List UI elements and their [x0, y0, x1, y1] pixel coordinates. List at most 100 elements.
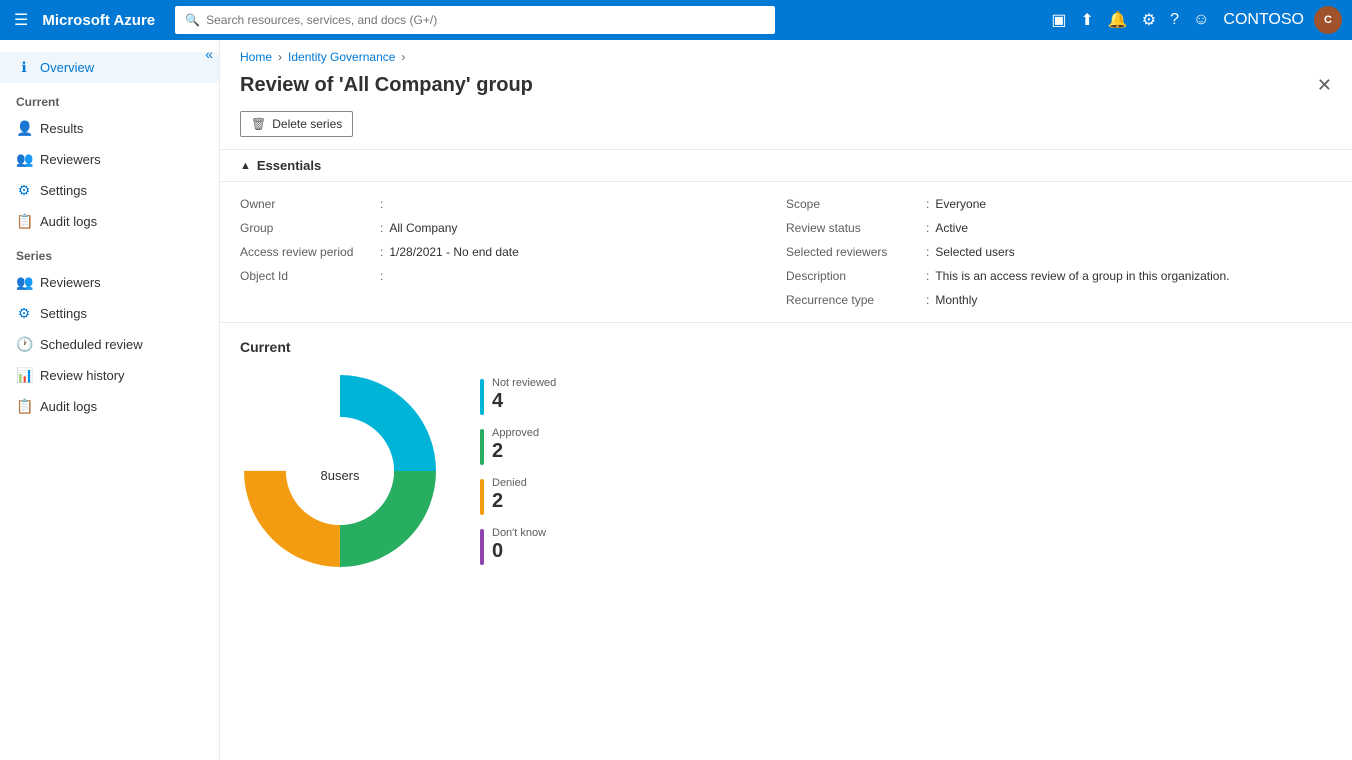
delete-series-button[interactable]: 🗑 Delete series [240, 111, 353, 137]
avatar[interactable]: C [1314, 6, 1342, 34]
essentials-row-status: Review status : Active [786, 218, 1332, 238]
essentials-key-scope: Scope [786, 197, 926, 211]
sidebar-item-label: Overview [40, 60, 203, 75]
main-layout: « ℹ Overview Current 👤 Results 👥 Reviewe… [0, 40, 1352, 760]
search-icon: 🔍 [185, 13, 200, 27]
username: CONTOSO [1219, 7, 1308, 33]
essentials-row-period: Access review period : 1/28/2021 - No en… [240, 242, 786, 262]
content-area: Home › Identity Governance › Review of '… [220, 40, 1352, 760]
sidebar-item-scheduled-review[interactable]: 🕐 Scheduled review [0, 329, 219, 360]
notifications-icon[interactable]: ▣ [1047, 6, 1070, 34]
legend-text-denied: Denied 2 [492, 477, 527, 513]
legend-value-denied: 2 [492, 489, 527, 513]
hamburger-icon[interactable]: ☰ [10, 6, 32, 34]
page-title-row: Review of 'All Company' group ✕ [220, 68, 1352, 111]
settings-s-icon: ⚙ [16, 305, 32, 322]
essentials-row-owner: Owner : [240, 194, 786, 214]
essentials-row-group: Group : All Company [240, 218, 786, 238]
current-title: Current [240, 339, 1332, 355]
donut-chart: 8users [240, 371, 440, 571]
essentials-left-col: Owner : Group : All Company Access revie… [240, 194, 786, 310]
sidebar-item-audit-logs-series[interactable]: 📋 Audit logs [0, 391, 219, 422]
current-section: Current 8use [220, 323, 1352, 587]
audit-c-icon: 📋 [16, 213, 32, 230]
essentials-val-status: Active [935, 221, 968, 235]
essentials-row-reviewers: Selected reviewers : Selected users [786, 242, 1332, 262]
page-title: Review of 'All Company' group [240, 74, 533, 97]
cloud-shell-icon[interactable]: ⬆ [1076, 6, 1097, 34]
essentials-right-col: Scope : Everyone Review status : Active … [786, 194, 1332, 310]
breadcrumb-sep-1: › [278, 50, 282, 64]
legend-value-approved: 2 [492, 439, 539, 463]
reviewers-c-icon: 👥 [16, 151, 32, 168]
sidebar-collapse-icon[interactable]: « [205, 46, 213, 62]
legend-text-not-reviewed: Not reviewed 4 [492, 377, 556, 413]
close-icon[interactable]: ✕ [1317, 75, 1332, 96]
delete-series-label: Delete series [272, 117, 342, 131]
sidebar-item-results[interactable]: 👤 Results [0, 113, 219, 144]
review-history-icon: 📊 [16, 367, 32, 384]
legend-label-dont-know: Don't know [492, 527, 546, 539]
essentials-title: Essentials [257, 158, 321, 173]
legend-text-dont-know: Don't know 0 [492, 527, 546, 563]
breadcrumb-home[interactable]: Home [240, 50, 272, 64]
essentials-key-period: Access review period [240, 245, 380, 259]
essentials-val-description: This is an access review of a group in t… [935, 269, 1229, 283]
sidebar-item-overview[interactable]: ℹ Overview [0, 52, 219, 83]
help-icon[interactable]: ? [1166, 7, 1183, 33]
legend-bar-dont-know [480, 529, 484, 565]
sidebar-item-review-history[interactable]: 📊 Review history [0, 360, 219, 391]
delete-icon: 🗑 [251, 117, 266, 131]
feedback-icon[interactable]: ☺ [1189, 7, 1213, 33]
settings-c-icon: ⚙ [16, 182, 32, 199]
sidebar-results-label: Results [40, 121, 203, 136]
sidebar-reviewers-s-label: Reviewers [40, 275, 203, 290]
settings-icon[interactable]: ⚙ [1138, 6, 1160, 34]
essentials-key-status: Review status [786, 221, 926, 235]
essentials-key-recurrence: Recurrence type [786, 293, 926, 307]
sidebar-item-reviewers-series[interactable]: 👥 Reviewers [0, 267, 219, 298]
sidebar-item-settings-series[interactable]: ⚙ Settings [0, 298, 219, 329]
essentials-val-recurrence: Monthly [935, 293, 977, 307]
sidebar-section-series: Series [0, 237, 219, 267]
topbar: ☰ Microsoft Azure 🔍 ▣ ⬆ 🔔 ⚙ ? ☺ CONTOSO … [0, 0, 1352, 40]
essentials-key-description: Description [786, 269, 926, 283]
essentials-key-group: Group [240, 221, 380, 235]
essentials-row-objectid: Object Id : [240, 266, 786, 286]
topbar-icons: ▣ ⬆ 🔔 ⚙ ? ☺ CONTOSO C [1047, 6, 1342, 34]
essentials-val-period: 1/28/2021 - No end date [389, 245, 518, 259]
breadcrumb-parent[interactable]: Identity Governance [288, 50, 395, 64]
audit-s-icon: 📋 [16, 398, 32, 415]
legend-denied: Denied 2 [480, 477, 556, 515]
sidebar-section-current: Current [0, 83, 219, 113]
breadcrumb-sep-2: › [401, 50, 405, 64]
brand-name: Microsoft Azure [42, 12, 155, 29]
sidebar-scheduled-review-label: Scheduled review [40, 337, 203, 352]
chart-legend: Not reviewed 4 Approved 2 [480, 377, 556, 565]
sidebar-item-audit-logs-current[interactable]: 📋 Audit logs [0, 206, 219, 237]
donut-svg [240, 371, 440, 571]
sidebar-settings-c-label: Settings [40, 183, 203, 198]
essentials-val-group: All Company [389, 221, 457, 235]
legend-approved: Approved 2 [480, 427, 556, 465]
search-bar[interactable]: 🔍 [175, 6, 775, 34]
essentials-val-reviewers: Selected users [935, 245, 1014, 259]
search-input[interactable] [206, 13, 765, 27]
sidebar-item-reviewers-current[interactable]: 👥 Reviewers [0, 144, 219, 175]
reviewers-s-icon: 👥 [16, 274, 32, 291]
essentials-key-objectid: Object Id [240, 269, 380, 283]
legend-bar-not-reviewed [480, 379, 484, 415]
sidebar: « ℹ Overview Current 👤 Results 👥 Reviewe… [0, 40, 220, 760]
legend-dont-know: Don't know 0 [480, 527, 556, 565]
legend-text-approved: Approved 2 [492, 427, 539, 463]
sidebar-item-settings-current[interactable]: ⚙ Settings [0, 175, 219, 206]
sidebar-settings-s-label: Settings [40, 306, 203, 321]
legend-bar-denied [480, 479, 484, 515]
bell-icon[interactable]: 🔔 [1104, 6, 1132, 34]
legend-label-not-reviewed: Not reviewed [492, 377, 556, 389]
scheduled-review-icon: 🕐 [16, 336, 32, 353]
essentials-val-scope: Everyone [935, 197, 986, 211]
breadcrumb: Home › Identity Governance › [220, 40, 1352, 68]
essentials-header[interactable]: ▲ Essentials [220, 149, 1352, 182]
essentials-row-recurrence: Recurrence type : Monthly [786, 290, 1332, 310]
